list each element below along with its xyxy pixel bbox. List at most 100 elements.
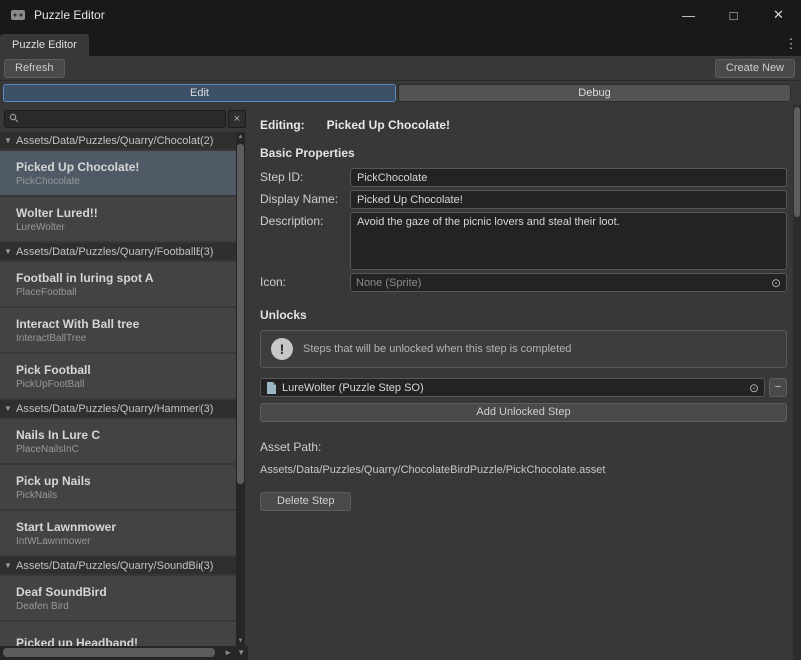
group-header[interactable]: ▼Assets/Data/Puzzles/Quarry/HammerBirdPu… (0, 400, 236, 417)
search-box[interactable] (4, 110, 226, 128)
step-title: Pick up Nails (16, 474, 236, 488)
unlocked-step-row: LureWolter (Puzzle Step SO) ⊙ − (260, 378, 787, 397)
search-icon (9, 110, 19, 128)
window-scroll-thumb[interactable] (794, 107, 800, 217)
minimize-button[interactable]: — (666, 0, 711, 30)
group-count: (3) (200, 403, 213, 415)
list-item[interactable]: Pick Football PickUpFootBall (0, 354, 236, 398)
display-name-field[interactable] (350, 190, 787, 209)
list-item[interactable]: Picked Up Chocolate! PickChocolate (0, 151, 236, 195)
asset-path-label: Asset Path: (260, 440, 787, 454)
horizontal-scroll-thumb[interactable] (3, 648, 215, 657)
step-id-field[interactable] (350, 168, 787, 187)
object-picker-icon[interactable]: ⊙ (771, 277, 781, 289)
unlocked-step-object-field[interactable]: LureWolter (Puzzle Step SO) ⊙ (260, 378, 765, 397)
step-id-subtitle: PickNails (16, 490, 236, 501)
basic-properties-title: Basic Properties (260, 146, 787, 160)
close-button[interactable]: ✕ (756, 0, 801, 30)
create-new-button[interactable]: Create New (715, 59, 795, 78)
step-id-subtitle: PickUpFootBall (16, 379, 236, 390)
scroll-up-icon[interactable]: ▲ (236, 132, 245, 142)
foldout-open-icon[interactable]: ▼ (4, 247, 16, 256)
unlocks-helpbox: ! Steps that will be unlocked when this … (260, 330, 787, 368)
step-id-subtitle: Deafen Bird (16, 601, 236, 612)
mode-tabs: Edit Debug (3, 84, 791, 102)
list-vertical-scrollbar[interactable]: ▲ ▼ (236, 132, 245, 646)
step-id-row: Step ID: (260, 168, 787, 187)
display-name-row: Display Name: (260, 190, 787, 209)
tab-bar: Puzzle Editor ⋮ (0, 30, 801, 56)
icon-label: Icon: (260, 273, 350, 292)
scroll-corner-down-icon[interactable]: ▼ (237, 648, 245, 658)
search-input[interactable] (23, 112, 221, 126)
icon-object-value: None (Sprite) (356, 277, 766, 289)
step-id-subtitle: PickChocolate (16, 176, 236, 187)
scroll-right-icon[interactable]: ► (224, 648, 232, 658)
list-horizontal-scrollbar[interactable]: ► ▼ (0, 646, 248, 660)
editing-header: Editing: Picked Up Chocolate! (260, 118, 787, 132)
step-title: Interact With Ball tree (16, 317, 236, 331)
group-header[interactable]: ▼Assets/Data/Puzzles/Quarry/FootballBird… (0, 243, 236, 260)
add-unlocked-step-button[interactable]: Add Unlocked Step (260, 403, 787, 422)
step-title: Pick Football (16, 363, 236, 377)
sidebar: × ▼Assets/Data/Puzzles/Quarry/ChocolateB… (0, 106, 248, 660)
editor-panel: Editing: Picked Up Chocolate! Basic Prop… (248, 106, 801, 660)
app-icon (10, 7, 26, 23)
info-icon: ! (271, 338, 293, 360)
foldout-open-icon[interactable]: ▼ (4, 404, 16, 413)
list-item[interactable]: Picked up Headband! (0, 622, 236, 646)
unlocks-section: Unlocks ! Steps that will be unlocked wh… (260, 308, 787, 422)
titlebar: Puzzle Editor — □ ✕ (0, 0, 801, 30)
window-title: Puzzle Editor (34, 8, 105, 22)
step-id-label: Step ID: (260, 168, 350, 187)
tab-debug[interactable]: Debug (398, 84, 791, 102)
step-title: Picked Up Chocolate! (16, 160, 236, 174)
refresh-button[interactable]: Refresh (4, 59, 65, 78)
step-id-subtitle: PlaceFootball (16, 287, 236, 298)
step-id-subtitle: PlaceNailsInC (16, 444, 236, 455)
group-header[interactable]: ▼Assets/Data/Puzzles/Quarry/ChocolateBir… (0, 132, 236, 149)
list-item[interactable]: Start Lawnmower IntWLawnmower (0, 511, 236, 555)
maximize-button[interactable]: □ (711, 0, 756, 30)
tab-puzzle-editor[interactable]: Puzzle Editor (0, 34, 89, 56)
editing-label: Editing: (260, 118, 305, 132)
icon-object-field[interactable]: None (Sprite) ⊙ (350, 273, 787, 292)
object-picker-icon[interactable]: ⊙ (749, 382, 759, 394)
step-title: Football in luring spot A (16, 271, 236, 285)
step-title: Wolter Lured!! (16, 206, 236, 220)
group-path: Assets/Data/Puzzles/Quarry/SoundBird (16, 560, 200, 572)
step-title: Deaf SoundBird (16, 585, 236, 599)
remove-unlocked-step-button[interactable]: − (769, 378, 787, 397)
description-field[interactable]: Avoid the gaze of the picnic lovers and … (350, 212, 787, 270)
scroll-down-icon[interactable]: ▼ (236, 636, 245, 646)
list-item[interactable]: Interact With Ball treeInteractBallTree (0, 308, 236, 352)
vertical-scroll-thumb[interactable] (237, 144, 244, 484)
scriptable-object-icon (266, 382, 277, 394)
group-header[interactable]: ▼Assets/Data/Puzzles/Quarry/SoundBird(3) (0, 557, 236, 574)
tab-edit[interactable]: Edit (3, 84, 396, 102)
window-vertical-scrollbar[interactable] (793, 105, 801, 660)
group-path: Assets/Data/Puzzles/Quarry/FootballBirdP… (16, 246, 200, 258)
foldout-open-icon[interactable]: ▼ (4, 561, 16, 570)
list-item[interactable]: Nails In Lure C PlaceNailsInC (0, 419, 236, 463)
group-count: (3) (200, 246, 213, 258)
asset-path-value: Assets/Data/Puzzles/Quarry/ChocolateBird… (260, 464, 787, 476)
toolbar: Refresh Create New (0, 56, 801, 81)
puzzle-editor-window: Puzzle Editor — □ ✕ Puzzle Editor ⋮ Refr… (0, 0, 801, 660)
search-clear-button[interactable]: × (228, 110, 246, 128)
delete-step-button[interactable]: Delete Step (260, 492, 351, 511)
foldout-open-icon[interactable]: ▼ (4, 136, 16, 145)
display-name-label: Display Name: (260, 190, 350, 209)
kebab-menu-icon[interactable]: ⋮ (781, 36, 801, 56)
step-id-subtitle: IntWLawnmower (16, 536, 236, 547)
description-row: Description: Avoid the gaze of the picni… (260, 212, 787, 270)
list-item[interactable]: Pick up Nails PickNails (0, 465, 236, 509)
unlocked-step-value: LureWolter (Puzzle Step SO) (282, 382, 744, 394)
step-title: Nails In Lure C (16, 428, 236, 442)
puzzle-step-list: ▼Assets/Data/Puzzles/Quarry/ChocolateBir… (0, 132, 236, 646)
step-title: Start Lawnmower (16, 520, 236, 534)
list-item[interactable]: Wolter Lured!!LureWolter (0, 197, 236, 241)
list-item[interactable]: Deaf SoundBird Deafen Bird (0, 576, 236, 620)
list-item[interactable]: Football in luring spot A PlaceFootball (0, 262, 236, 306)
step-title: Picked up Headband! (16, 636, 236, 646)
